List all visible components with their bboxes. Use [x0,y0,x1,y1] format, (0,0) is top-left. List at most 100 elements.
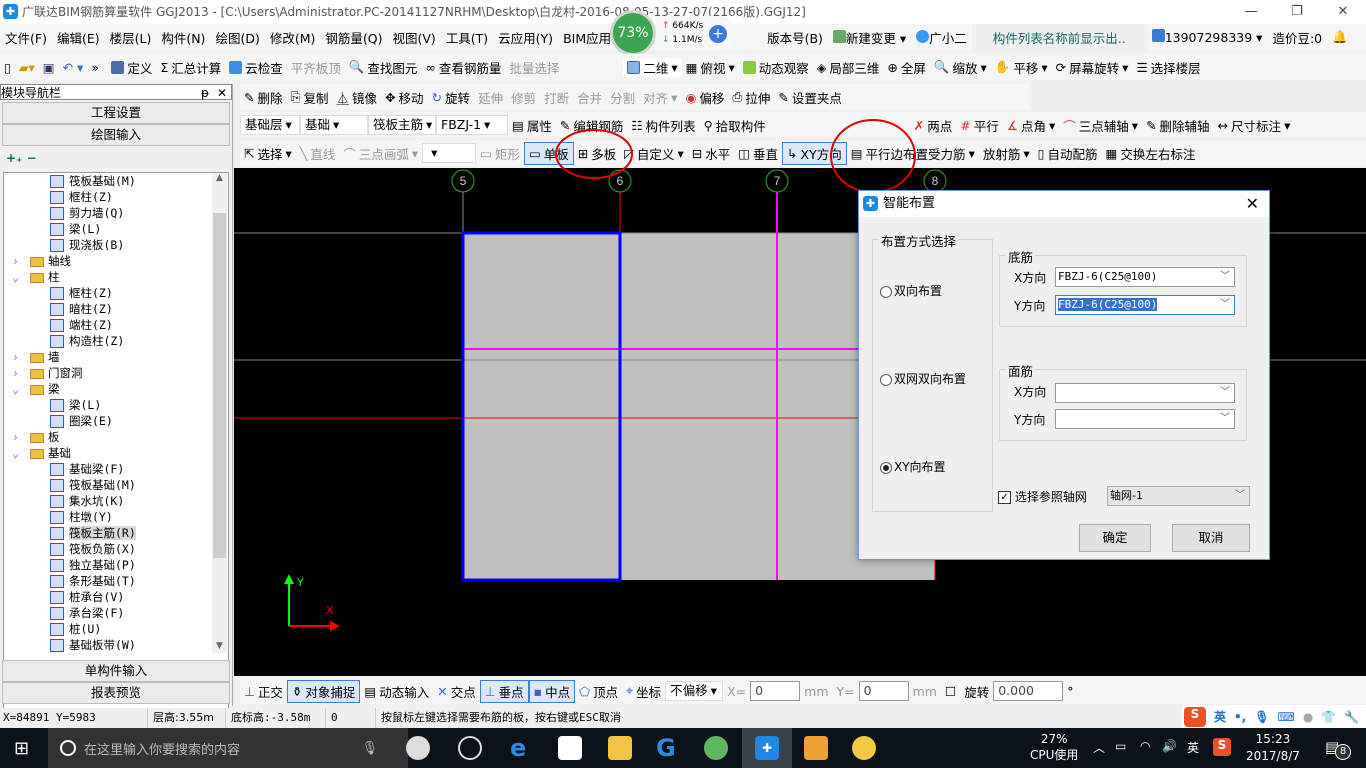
mic-icon[interactable]: 🎙 [361,741,378,756]
pan-button[interactable]: ✋ 平移 ▾ [991,58,1052,77]
tree-item[interactable]: 桩(U) [4,621,228,637]
split-button[interactable]: 分割 [606,88,639,107]
top-y-dropdown[interactable]: ﹀ [1055,409,1235,429]
restore-button[interactable]: ❐ [1274,0,1320,24]
scrollbar-thumb[interactable] [213,213,226,558]
rotate-checkbox[interactable]: ☐ [941,684,960,699]
coordinate-snap-button[interactable]: ⌖ 坐标 [622,682,665,701]
tree-item[interactable]: 端柱(Z) [4,317,228,333]
sogou-tray-icon[interactable]: S [1213,738,1231,756]
collapse-all-icon[interactable]: − [27,151,37,165]
align-button[interactable]: 对齐 ▾ [639,88,681,107]
orbit-button[interactable]: 动态观察 [739,58,813,77]
floor-select[interactable]: 基础层 ▾ [240,115,300,135]
assistant-button[interactable]: 广小二 [911,28,972,47]
ref-axis-checkbox[interactable]: ✓ 选择参照轴网 [998,488,1087,505]
two-point-button[interactable]: ✗ 两点 [910,116,957,135]
edit-rebar-button[interactable]: ✎ 编辑钢筋 [556,116,628,135]
mirror-button[interactable]: ⏅ 镜像 [333,88,382,107]
y-input[interactable]: 0 [858,681,909,701]
rotate-screen-button[interactable]: ⟳ 屏幕旋转 ▾ [1052,58,1133,77]
tree-item[interactable]: 柱墩(Y) [4,509,228,525]
tree-item[interactable]: 独立基础(P) [4,557,228,573]
perpendicular-snap-button[interactable]: ⊥ 垂点 [479,679,529,703]
menu-edit[interactable]: 编辑(E) [52,28,105,47]
tree-item[interactable]: › 板 [4,429,228,445]
store-icon[interactable] [558,736,582,760]
batch-select-button[interactable]: 批量选择 [505,58,563,77]
tree-item[interactable]: 梁(L) [4,397,228,413]
extend-button[interactable]: 延伸 [474,88,507,107]
single-slab-button[interactable]: ▭ 单板 [523,141,574,165]
bottom-y-dropdown[interactable]: FBZJ-6(C25@100) ﹀ [1055,295,1235,315]
mode-double-net-radio[interactable]: 双网双向布置 [880,370,966,387]
delete-axis-button[interactable]: ✎ 删除辅轴 [1142,116,1214,135]
break-button[interactable]: 打断 [540,88,573,107]
dynamic-input-button[interactable]: ▤ 动态输入 [360,682,433,701]
menu-rebar[interactable]: 钢筋量(Q) [320,28,387,47]
sogou-icon[interactable]: S [1184,706,1206,727]
ref-axis-dropdown[interactable]: 轴网-1 ﹀ [1107,486,1250,506]
item-select[interactable]: FBZJ-1 ▾ [436,115,508,135]
angle-input[interactable]: 0.000 [993,681,1064,701]
taskbar-search[interactable]: 在这里输入你要搜索的内容 🎙 [48,728,408,768]
2d-view-button[interactable]: 二维 ▾ [623,57,682,77]
user-icon[interactable]: ● [1303,710,1313,724]
set-grip-button[interactable]: ✎ 设置夹点 [774,88,846,107]
accelerate-icon[interactable]: + [709,25,727,43]
menu-component[interactable]: 构件(N) [156,28,210,47]
edge-icon[interactable]: e [510,736,534,760]
save-icon[interactable]: ▣ [39,60,59,75]
view-rebar-button[interactable]: ∞ 查看钢筋量 [421,58,505,77]
wifi-icon[interactable]: ◠ [1140,739,1150,753]
punctuation-icon[interactable]: •, [1234,710,1246,724]
glodon-g-icon[interactable]: G [656,736,680,760]
vertex-snap-button[interactable]: ⬠ 顶点 [575,682,622,701]
select-button[interactable]: ⇱ 选择 ▾ [240,144,296,163]
tree-item[interactable]: 梁(L) [4,221,228,237]
app-spiral-icon[interactable] [458,736,482,760]
color-app-icon[interactable] [852,736,876,760]
ggj-app-icon[interactable]: ✚ [755,736,779,760]
tree-item[interactable]: ⌄ 梁 [4,381,228,397]
x-input[interactable]: 0 [750,681,801,701]
define-button[interactable]: 定义 [107,58,156,77]
tree-item[interactable]: 构造柱(Z) [4,333,228,349]
horizontal-button[interactable]: ⊟ 水平 [688,144,735,163]
new-change-button[interactable]: 新建变更 ▾ [828,28,911,47]
auto-rebar-button[interactable]: ▯ 自动配筋 [1034,144,1102,163]
tree-item[interactable]: 筏板负筋(X) [4,541,228,557]
volume-icon[interactable]: 🔊 [1162,739,1177,753]
arc-button[interactable]: ⌒ 三点画弧 ▾ [339,144,422,163]
chevron-down-icon[interactable]: ⌄ [12,381,30,397]
cloud-check-button[interactable]: 云检查 [225,58,287,77]
select-floor-button[interactable]: ☰ 选择楼层 [1132,58,1204,77]
chevron-right-icon[interactable]: › [12,253,30,269]
tree-item[interactable]: › 轴线 [4,253,228,269]
top-x-dropdown[interactable]: ﹀ [1055,383,1235,403]
tree-scrollbar[interactable]: ▲ ▼ [212,173,227,653]
tree-item[interactable]: 框柱(Z) [4,189,228,205]
menu-view[interactable]: 视图(V) [387,28,440,47]
stretch-button[interactable]: ⎙ 拉伸 [728,88,774,107]
tree-item[interactable]: 筏板基础(M) [4,477,228,493]
notification-icon[interactable]: ▤ 8 [1325,738,1351,760]
ime-lang[interactable]: 英 [1214,708,1226,725]
open-file-icon[interactable]: ▰▾ [15,60,39,75]
intersection-snap-button[interactable]: ✕ 交点 [433,682,480,701]
cancel-button[interactable]: 取消 [1172,524,1250,552]
menu-floor[interactable]: 楼层(L) [105,28,157,47]
bell-icon[interactable]: 🔔 [1327,29,1353,45]
menu-cloud[interactable]: 云应用(Y) [493,28,558,47]
chevron-down-icon[interactable]: ⌄ [12,269,30,285]
report-preview-button[interactable]: 报表预览 [2,682,230,704]
arc-mode-select[interactable]: ▾ [422,143,477,163]
offset-select[interactable]: 不偏移 ▾ [665,681,724,701]
notes-app-icon[interactable] [804,736,828,760]
fullscreen-button[interactable]: ⊕ 全屏 [883,58,930,77]
single-component-input-button[interactable]: 单构件输入 [2,660,230,682]
settings-wrench-icon[interactable]: 🔧 [1344,710,1359,724]
tree-item[interactable]: 桩承台(V) [4,589,228,605]
skin-icon[interactable]: 👕 [1321,710,1336,724]
tree-item[interactable]: 基础板带(W) [4,637,228,653]
